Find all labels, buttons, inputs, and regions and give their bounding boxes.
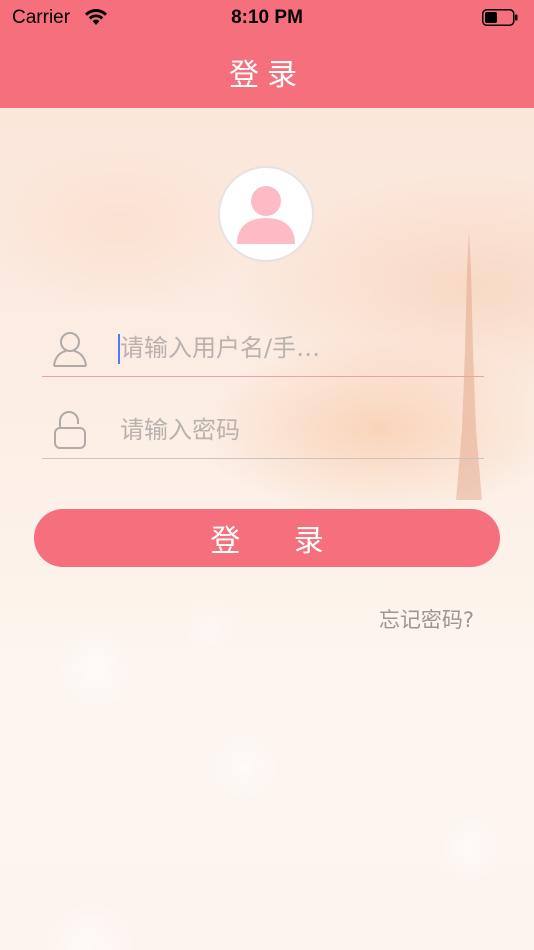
password-input[interactable] xyxy=(118,408,462,452)
text-cursor xyxy=(118,334,120,364)
clock: 8:10 PM xyxy=(231,7,303,28)
lock-outline-icon xyxy=(54,411,86,449)
username-input[interactable] xyxy=(118,326,462,370)
password-field xyxy=(42,402,484,459)
user-outline-icon xyxy=(53,332,87,367)
forgot-password-link[interactable]: 忘记密码? xyxy=(379,604,474,634)
battery-icon xyxy=(482,9,518,26)
page-title: 登录 xyxy=(229,58,305,93)
person-icon xyxy=(237,186,295,244)
avatar[interactable] xyxy=(218,166,314,262)
navigation-bar: Carrier 8:10 PM 登录 xyxy=(0,0,534,108)
status-bar: Carrier 8:10 PM xyxy=(0,0,534,36)
login-button[interactable]: 登 录 xyxy=(34,509,500,567)
username-field xyxy=(42,320,484,377)
